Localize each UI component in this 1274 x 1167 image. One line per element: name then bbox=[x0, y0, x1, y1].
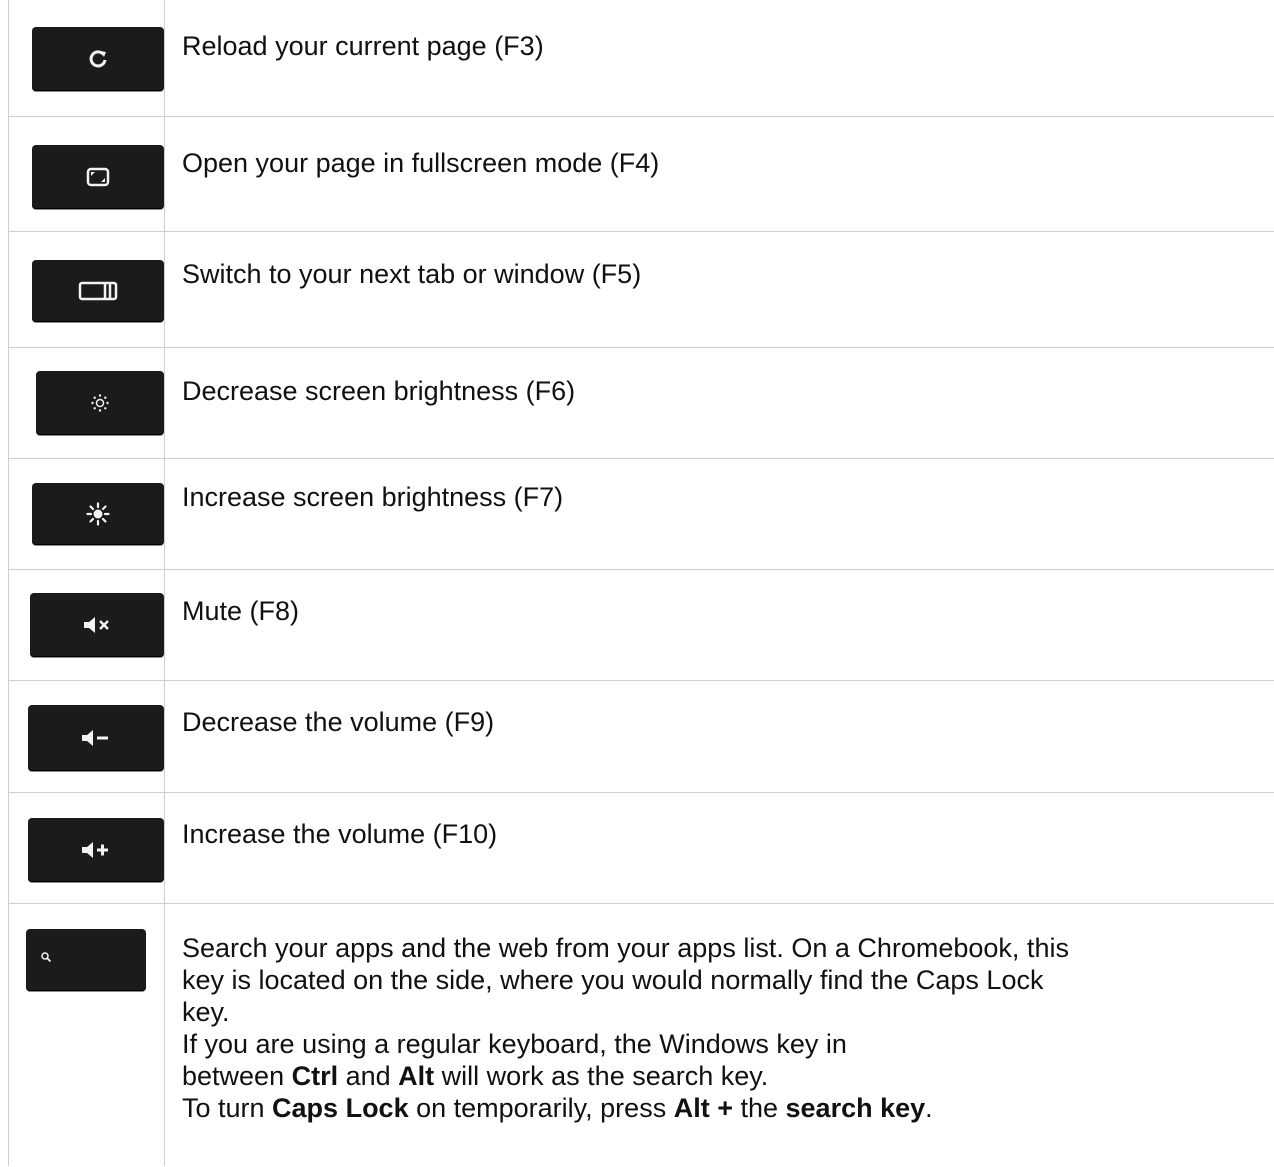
row-description: Decrease the volume (F9) bbox=[182, 707, 495, 737]
text-fragment: To turn bbox=[182, 1093, 273, 1123]
table-row: Reload your current page (F3) bbox=[8, 0, 1274, 116]
text-fragment: the bbox=[732, 1093, 786, 1123]
table-row: Switch to your next tab or window (F5) bbox=[8, 231, 1274, 348]
text-fragment: between bbox=[182, 1061, 292, 1091]
text-fragment: . bbox=[925, 1093, 933, 1123]
table-row: Increase the volume (F10) bbox=[8, 792, 1274, 904]
search-key bbox=[26, 929, 146, 991]
brightness-down-key bbox=[36, 371, 164, 435]
reload-icon bbox=[87, 48, 109, 70]
volume-up-icon bbox=[80, 839, 112, 861]
table-row: Increase screen brightness (F7) bbox=[8, 458, 1274, 570]
row-description: Open your page in fullscreen mode (F4) bbox=[182, 148, 660, 178]
fullscreen-icon bbox=[86, 167, 110, 187]
text-fragment: on temporarily, press bbox=[408, 1093, 674, 1123]
window-switch-icon bbox=[78, 281, 118, 301]
caps-lock-label: Caps Lock bbox=[272, 1093, 409, 1123]
alt-key-label: Alt bbox=[398, 1061, 435, 1091]
table-row: Search your apps and the web from your a… bbox=[8, 903, 1274, 1167]
table-row: Decrease the volume (F9) bbox=[8, 680, 1274, 793]
brightness-up-key bbox=[32, 483, 164, 545]
description-line: key is located on the side, where you wo… bbox=[182, 965, 1044, 995]
ctrl-key-label: Ctrl bbox=[291, 1061, 339, 1091]
search-icon bbox=[40, 951, 52, 963]
shortcut-table: Reload your current page (F3) Open your … bbox=[8, 0, 1274, 1166]
brightness-up-icon bbox=[86, 502, 110, 526]
brightness-down-icon bbox=[90, 393, 110, 413]
description-line: key. bbox=[182, 997, 230, 1027]
row-description: Decrease screen brightness (F6) bbox=[182, 376, 576, 406]
mute-key bbox=[30, 593, 164, 657]
table-row: Mute (F8) bbox=[8, 569, 1274, 681]
description-line: To turn Caps Lock on temporarily, press … bbox=[182, 1092, 1254, 1124]
table-row: Open your page in fullscreen mode (F4) bbox=[8, 116, 1274, 232]
mute-icon bbox=[82, 615, 112, 635]
table-row: Decrease screen brightness (F6) bbox=[8, 347, 1274, 459]
row-description: Switch to your next tab or window (F5) bbox=[182, 259, 642, 289]
reload-key bbox=[32, 27, 164, 91]
search-key-label: search key bbox=[785, 1093, 926, 1123]
volume-down-key bbox=[28, 705, 164, 771]
description-line: between Ctrl and Alt will work as the se… bbox=[182, 1060, 1254, 1092]
row-description: Increase screen brightness (F7) bbox=[182, 482, 564, 512]
text-fragment: will work as the search key. bbox=[434, 1061, 769, 1091]
alt-plus-label: Alt + bbox=[673, 1093, 733, 1123]
volume-down-icon bbox=[80, 727, 112, 749]
volume-up-key bbox=[28, 818, 164, 882]
row-description: Increase the volume (F10) bbox=[182, 819, 498, 849]
window-switch-key bbox=[32, 260, 164, 322]
row-description: Reload your current page (F3) bbox=[182, 31, 544, 61]
text-fragment: and bbox=[338, 1061, 399, 1091]
description-line: If you are using a regular keyboard, the… bbox=[182, 1029, 847, 1059]
fullscreen-key bbox=[32, 145, 164, 209]
search-description: Search your apps and the web from your a… bbox=[182, 932, 1254, 1124]
row-description: Mute (F8) bbox=[182, 596, 300, 626]
description-line: Search your apps and the web from your a… bbox=[182, 933, 1069, 963]
